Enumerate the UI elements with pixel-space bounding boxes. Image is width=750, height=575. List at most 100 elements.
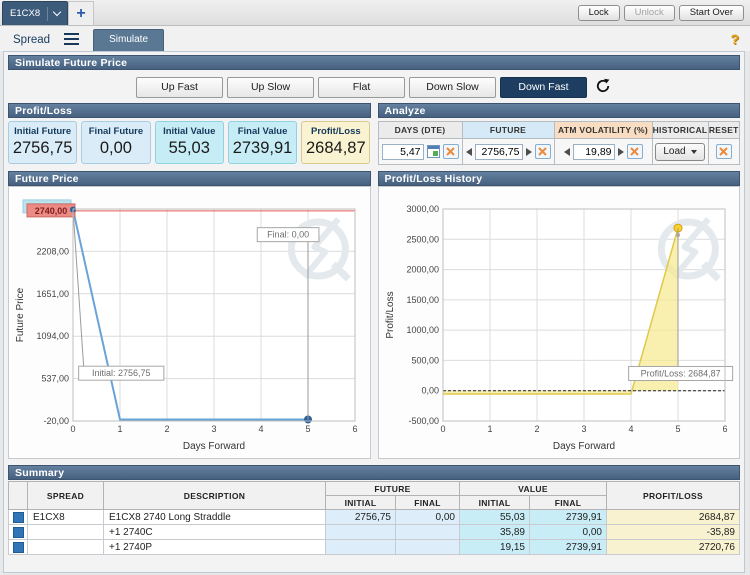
days-input[interactable] [382, 144, 424, 160]
final-future-label: Final Future [82, 126, 149, 137]
svg-text:2000,00: 2000,00 [406, 265, 439, 275]
future-decrement-icon[interactable] [466, 148, 472, 156]
refresh-icon[interactable] [594, 78, 612, 96]
row-color-cell [9, 525, 28, 540]
top-tab-bar: E1CX8 + Lock Unlock Start Over [0, 0, 750, 26]
future-clear-icon[interactable] [535, 144, 551, 159]
initial-future-value: 2756,75 [9, 139, 76, 158]
tab-divider [47, 7, 48, 21]
add-tab-button[interactable]: + [68, 1, 94, 25]
svg-text:2208,00: 2208,00 [36, 246, 69, 256]
down-slow-button[interactable]: Down Slow [409, 77, 496, 98]
cell-description: +1 2740P [104, 540, 326, 555]
svg-text:1: 1 [487, 424, 492, 434]
menu-icon[interactable] [64, 33, 79, 46]
future-increment-icon[interactable] [526, 148, 532, 156]
table-row[interactable]: +1 2740C 35,89 0,00 -35,89 [9, 525, 740, 540]
historical-cell: Load [652, 139, 708, 165]
svg-text:Days Forward: Days Forward [552, 441, 614, 452]
initial-value-label: Initial Value [156, 126, 223, 137]
cell-value-final: 2739,91 [530, 540, 607, 555]
svg-text:Profit/Loss: Profit/Loss [385, 291, 396, 338]
svg-text:1651,00: 1651,00 [36, 289, 69, 299]
lock-button[interactable]: Lock [578, 5, 620, 21]
analyze-col-days: DAYS (DTE) [378, 122, 462, 139]
reset-cell [708, 139, 740, 165]
analyze-col-reset: RESET [708, 122, 740, 139]
tab-simulate[interactable]: Simulate [93, 29, 164, 51]
start-over-button[interactable]: Start Over [679, 5, 744, 21]
up-slow-button[interactable]: Up Slow [227, 77, 314, 98]
cell-spread [28, 525, 104, 540]
svg-text:2740,00: 2740,00 [35, 206, 68, 216]
svg-text:1: 1 [117, 424, 122, 434]
atm-volatility-input[interactable] [573, 144, 615, 160]
summary-col-value-final: FINAL [530, 496, 607, 510]
instrument-tab-label: E1CX8 [10, 8, 40, 19]
svg-text:-500,00: -500,00 [408, 416, 439, 426]
initial-future-label: Initial Future [9, 126, 76, 137]
final-value-value: 2739,91 [229, 139, 296, 158]
cell-spread [28, 540, 104, 555]
section-analyze: Analyze [378, 103, 741, 118]
load-dropdown[interactable]: Load [655, 143, 704, 161]
pl-history-section: Profit/Loss History 01234563000,002500,0… [378, 171, 741, 459]
summary-col-future-final: FINAL [396, 496, 460, 510]
svg-text:1500,00: 1500,00 [406, 295, 439, 305]
future-cell [462, 139, 554, 165]
summary-col-icon [9, 482, 28, 510]
section-summary: Summary [8, 465, 740, 480]
svg-text:Final: 0,00: Final: 0,00 [267, 230, 309, 240]
help-icon[interactable]: ? [730, 31, 739, 47]
flat-button[interactable]: Flat [318, 77, 405, 98]
cell-profit-loss: 2684,87 [607, 510, 740, 525]
future-input[interactable] [475, 144, 523, 160]
section-profit-loss: Profit/Loss [8, 103, 371, 118]
chevron-down-icon[interactable] [53, 8, 61, 16]
table-row[interactable]: E1CX8 E1CX8 2740 Long Straddle 2756,75 0… [9, 510, 740, 525]
down-fast-button[interactable]: Down Fast [500, 77, 587, 98]
days-clear-icon[interactable] [443, 144, 459, 159]
section-simulate-future-price: Simulate Future Price [8, 55, 740, 70]
summary-col-future: FUTURE [326, 482, 460, 496]
scenario-button-row: Up Fast Up Slow Flat Down Slow Down Fast [8, 73, 740, 101]
svg-text:2: 2 [164, 424, 169, 434]
analyze-col-atm: ATM VOLATILITY (%) [554, 122, 652, 139]
svg-text:5: 5 [305, 424, 310, 434]
summary-table: SPREAD DESCRIPTION FUTURE VALUE PROFIT/L… [8, 481, 740, 555]
summary-col-spread: SPREAD [28, 482, 104, 510]
dropdown-arrow-icon [691, 150, 697, 154]
reset-icon[interactable] [716, 144, 732, 159]
load-label: Load [663, 146, 685, 157]
summary-col-future-initial: INITIAL [326, 496, 396, 510]
svg-text:6: 6 [722, 424, 727, 434]
svg-text:1094,00: 1094,00 [36, 331, 69, 341]
atm-decrement-icon[interactable] [564, 148, 570, 156]
svg-text:1000,00: 1000,00 [406, 325, 439, 335]
leg-color-swatch [13, 542, 24, 553]
svg-text:3: 3 [211, 424, 216, 434]
atm-clear-icon[interactable] [627, 144, 643, 159]
simulate-panel: Simulate Future Price Up Fast Up Slow Fl… [3, 51, 745, 573]
summary-col-description: DESCRIPTION [104, 482, 326, 510]
analyze-col-future: FUTURE [462, 122, 554, 139]
summary-col-value: VALUE [460, 482, 607, 496]
table-row[interactable]: +1 2740P 19,15 2739,91 2720,76 [9, 540, 740, 555]
spread-color-swatch [13, 512, 24, 523]
cell-description: E1CX8 2740 Long Straddle [104, 510, 326, 525]
svg-text:3: 3 [581, 424, 586, 434]
calendar-icon[interactable] [427, 145, 440, 158]
initial-value-value: 55,03 [156, 139, 223, 158]
atm-increment-icon[interactable] [618, 148, 624, 156]
unlock-button[interactable]: Unlock [624, 5, 675, 21]
svg-text:6: 6 [352, 424, 357, 434]
instrument-tab[interactable]: E1CX8 [2, 1, 68, 25]
cell-future-initial: 2756,75 [326, 510, 396, 525]
up-fast-button[interactable]: Up Fast [136, 77, 223, 98]
summary-section: Summary SPREAD DESCRIPTION FUTURE VALUE … [8, 465, 740, 555]
cell-spread: E1CX8 [28, 510, 104, 525]
initial-future-card: Initial Future 2756,75 [8, 121, 77, 164]
final-future-card: Final Future 0,00 [81, 121, 150, 164]
spread-label: Spread [13, 34, 50, 46]
future-price-chart: 01234562208,001651,001094,00537,00-20,00… [11, 189, 367, 455]
